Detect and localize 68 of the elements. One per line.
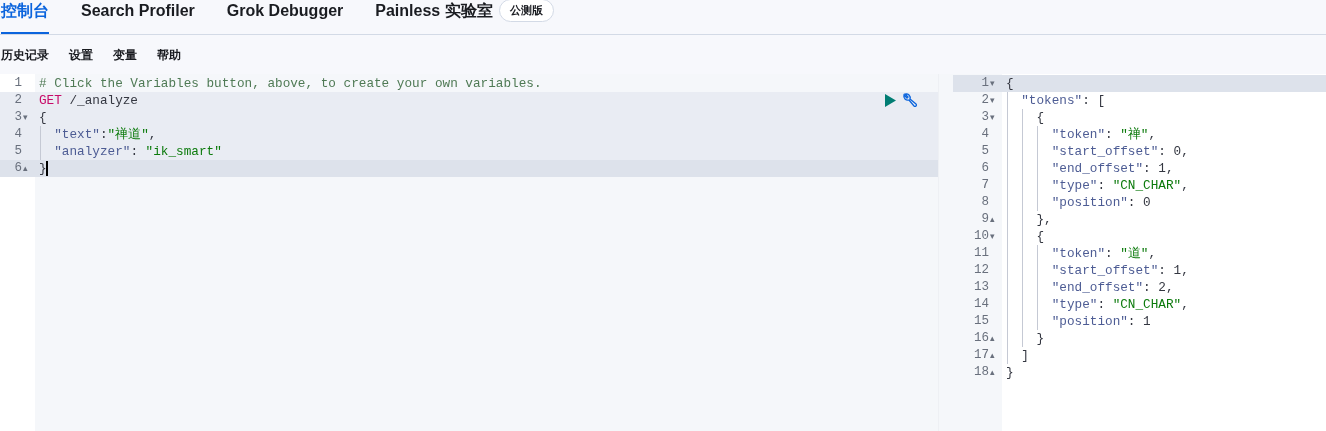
line-number: 2 [981,92,989,110]
code-line: } [1006,364,1014,381]
line-number: 17 [974,347,989,365]
fold-toggle[interactable]: ▴ [990,368,999,377]
line-number: 6 [14,160,22,178]
toolbar-link[interactable]: 变量 [113,45,137,64]
code-line: "position": 1 [1051,313,1151,330]
line-number: 5 [981,143,989,161]
line-number: 6 [981,160,989,178]
tab[interactable]: Search Profiler [81,0,195,34]
fold-toggle[interactable]: ▾ [990,96,999,105]
fold-toggle[interactable]: ▾ [990,113,999,122]
line-number: 7 [981,177,989,195]
fold-toggle[interactable]: ▾ [990,79,999,88]
line-number: 18 [974,364,989,382]
line-number: 2 [14,92,22,110]
fold-toggle[interactable]: ▴ [990,334,999,343]
code-line: "start_offset": 1, [1051,262,1189,279]
fold-toggle[interactable]: ▾ [23,113,32,122]
line-number: 3 [981,109,989,127]
code-line: "type": "CN_CHAR", [1051,177,1189,194]
line-number: 5 [14,143,22,161]
line-number: 15 [974,313,989,331]
fold-toggle[interactable]: ▾ [990,232,999,241]
line-number: 1 [981,75,989,93]
toolbar-link[interactable]: 设置 [69,45,93,64]
code-line: }, [1036,211,1052,228]
code-line: { [1006,75,1014,92]
line-number: 8 [981,194,989,212]
toolbar-link[interactable]: 历史记录 [1,45,49,64]
line-number: 4 [981,126,989,144]
code-line: "end_offset": 1, [1051,160,1174,177]
fold-toggle[interactable]: ▴ [990,351,999,360]
line-number: 13 [974,279,989,297]
toolbar-link[interactable]: 帮助 [157,45,181,64]
line-number: 1 [14,75,22,93]
line-number: 4 [14,126,22,144]
wrench-icon[interactable] [902,92,918,108]
code-line: { [39,109,47,126]
code-line: } [1036,330,1045,347]
line-number: 14 [974,296,989,314]
code-line: GET /_analyze [39,92,138,109]
code-line: } [39,160,47,177]
line-number: 3 [14,109,22,127]
line-number: 12 [974,262,989,280]
tab[interactable]: Painless 实验室 公测版 [375,0,554,34]
code-line: "tokens": [ [1021,92,1105,109]
line-number: 11 [974,245,989,263]
code-line: "type": "CN_CHAR", [1051,296,1189,313]
line-number: 10 [974,228,989,246]
code-line: "start_offset": 0, [1051,143,1189,160]
line-number: 9 [981,211,989,229]
line-number: 16 [974,330,989,348]
code-line: "text":"禅道", [54,126,157,143]
tab[interactable]: Grok Debugger [226,0,344,34]
fold-toggle[interactable]: ▴ [990,215,999,224]
fold-toggle[interactable]: ▴ [23,164,32,173]
code-line: { [1036,109,1045,126]
code-line: # Click the Variables button, above, to create your own variables. [39,75,542,92]
beta-badge: 公测版 [498,0,554,22]
code-line: "token": "禅", [1051,126,1157,143]
play-icon[interactable] [885,93,896,107]
code-line: "end_offset": 2, [1051,279,1174,296]
code-line: { [1036,228,1045,245]
code-line: "position": 0 [1051,194,1151,211]
code-line: "analyzer": "ik_smart" [54,143,222,160]
code-line: ] [1021,347,1029,364]
code-line: "token": "道", [1051,245,1157,262]
